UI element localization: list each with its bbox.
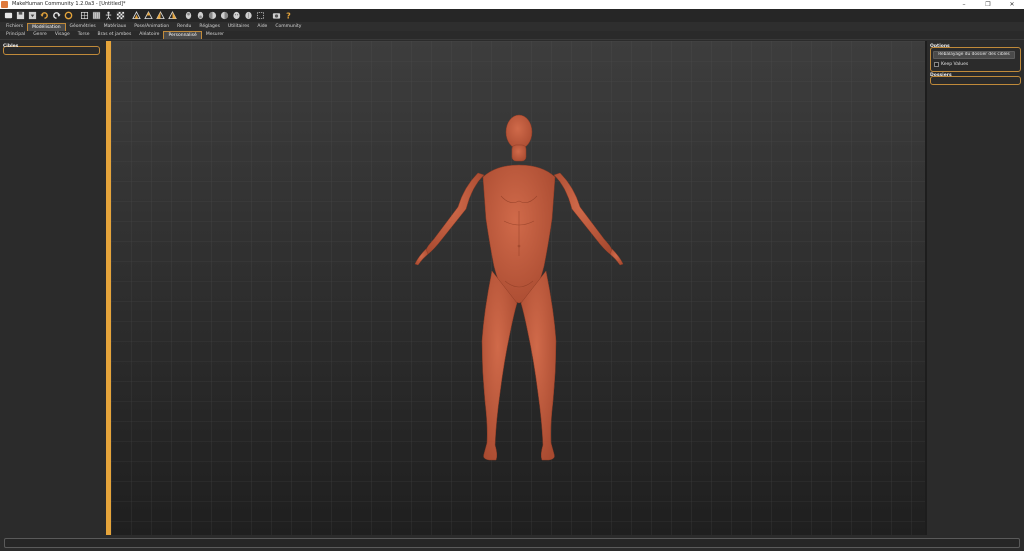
main-toolbar: ? bbox=[0, 9, 1024, 22]
left-view-icon[interactable] bbox=[167, 11, 177, 21]
tab-modelisation[interactable]: Modélisation bbox=[27, 23, 66, 31]
skeleton-icon[interactable] bbox=[103, 11, 113, 21]
tab-community[interactable]: Community bbox=[271, 23, 305, 31]
screenshot-icon[interactable] bbox=[271, 11, 281, 21]
tab-fichiers[interactable]: Fichiers bbox=[2, 23, 27, 31]
global-view-icon[interactable] bbox=[219, 11, 229, 21]
undo-icon[interactable] bbox=[39, 11, 49, 21]
checker-icon[interactable] bbox=[115, 11, 125, 21]
subtab-visage[interactable]: Visage bbox=[51, 31, 74, 39]
tab-aide[interactable]: Aide bbox=[253, 23, 271, 31]
close-button[interactable]: ✕ bbox=[1000, 0, 1024, 9]
subtab-aleatoire[interactable]: Aléatoire bbox=[135, 31, 163, 39]
tab-reglages[interactable]: Réglages bbox=[195, 23, 224, 31]
face-side-icon[interactable] bbox=[243, 11, 253, 21]
left-panel: Cibles bbox=[0, 41, 106, 535]
front-view-icon[interactable] bbox=[131, 11, 141, 21]
subtab-bras-et-jambes[interactable]: Bras et jambes bbox=[94, 31, 136, 39]
minimize-button[interactable]: – bbox=[952, 0, 976, 9]
side-view-icon[interactable] bbox=[155, 11, 165, 21]
window-title: MakeHuman Community 1.2.0a3 - [Untitled]… bbox=[12, 1, 126, 7]
subtab-genre[interactable]: Genre bbox=[29, 31, 51, 39]
save-icon[interactable] bbox=[15, 11, 25, 21]
main-tabs: Fichiers Modélisation Géométries Matéria… bbox=[0, 22, 1024, 31]
app-logo-icon bbox=[1, 1, 8, 8]
tab-materiaux[interactable]: Matériaux bbox=[100, 23, 131, 31]
rescan-targets-button[interactable]: Rebalayage du dossier des cibles bbox=[933, 51, 1015, 59]
tab-rendu[interactable]: Rendu bbox=[173, 23, 195, 31]
tab-pose-animation[interactable]: Pose/Animation bbox=[130, 23, 173, 31]
tab-geometries[interactable]: Géométries bbox=[66, 23, 100, 31]
subtab-mesurer[interactable]: Mesurer bbox=[202, 31, 228, 39]
subtab-personnalise[interactable]: Personnalisé bbox=[163, 31, 202, 39]
grid-icon[interactable] bbox=[255, 11, 265, 21]
right-panel: Options Rebalayage du dossier des cibles… bbox=[927, 41, 1024, 535]
back-view-icon[interactable] bbox=[143, 11, 153, 21]
load-icon[interactable] bbox=[27, 11, 37, 21]
sub-tabs: Principal Genre Visage Torse Bras et jam… bbox=[0, 31, 1024, 40]
dossiers-groupbox bbox=[930, 76, 1021, 85]
subtab-principal[interactable]: Principal bbox=[2, 31, 29, 39]
keep-values-checkbox[interactable] bbox=[934, 62, 939, 67]
persp-icon[interactable] bbox=[207, 11, 217, 21]
face-view-icon[interactable] bbox=[231, 11, 241, 21]
tab-utilitaires[interactable]: Utilitaires bbox=[224, 23, 253, 31]
makehuman-window: MakeHuman Community 1.2.0a3 - [Untitled]… bbox=[0, 0, 1024, 551]
subtab-torse[interactable]: Torse bbox=[74, 31, 94, 39]
status-bar bbox=[0, 535, 1024, 551]
maximize-button[interactable]: ❐ bbox=[976, 0, 1000, 9]
3d-viewport[interactable] bbox=[106, 41, 927, 535]
top-view-icon[interactable] bbox=[183, 11, 193, 21]
cibles-title: Cibles bbox=[3, 44, 19, 49]
help-icon[interactable]: ? bbox=[283, 11, 293, 21]
keep-values-label: Keep Values bbox=[941, 61, 969, 67]
viewport-scene[interactable] bbox=[106, 41, 927, 535]
wireframe-icon[interactable] bbox=[79, 11, 89, 21]
reset-icon[interactable] bbox=[63, 11, 73, 21]
status-message-field bbox=[4, 538, 1020, 548]
redo-icon[interactable] bbox=[51, 11, 61, 21]
pose-icon[interactable] bbox=[91, 11, 101, 21]
bottom-view-icon[interactable] bbox=[195, 11, 205, 21]
viewport-edge-left bbox=[106, 41, 111, 535]
window-icon[interactable] bbox=[3, 11, 13, 21]
svg-text:?: ? bbox=[286, 11, 291, 20]
title-bar: MakeHuman Community 1.2.0a3 - [Untitled]… bbox=[0, 0, 1024, 9]
